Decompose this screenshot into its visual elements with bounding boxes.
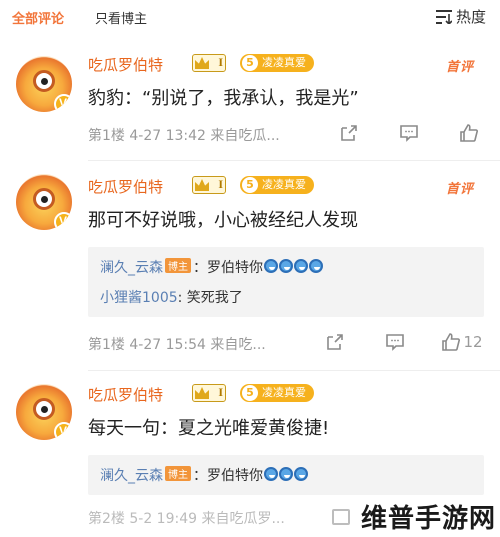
reply-item: 澜久_云森 博主 ：罗伯特你 bbox=[100, 465, 308, 485]
comment-text: 那可不好说哦，小心被经纪人发现 bbox=[88, 210, 358, 231]
reply-text: ：罗伯特你 bbox=[193, 468, 263, 484]
comment-text: 豹豹：“别说了，我承认，我是光” bbox=[88, 88, 359, 109]
reply-author[interactable]: 澜久_云森 bbox=[100, 468, 163, 484]
avatar[interactable] bbox=[16, 384, 72, 440]
divider bbox=[88, 370, 500, 371]
comment-icon bbox=[400, 125, 418, 142]
share-icon bbox=[327, 334, 343, 350]
emoji-icon bbox=[294, 467, 308, 481]
verified-badge-icon bbox=[54, 212, 72, 230]
emoji-icon bbox=[279, 467, 293, 481]
thumbs-up-icon bbox=[442, 333, 461, 351]
tab-op-only[interactable]: 只看博主 bbox=[95, 8, 147, 27]
reply-list[interactable]: 澜久_云森 博主 ：罗伯特你 bbox=[88, 455, 484, 495]
emoji-icon bbox=[264, 259, 278, 273]
reply-item: 小狸酱1005: 笑死我了 bbox=[100, 287, 243, 307]
divider bbox=[88, 160, 500, 161]
fan-tag: 5 凌凌真爱 bbox=[240, 54, 314, 72]
comment-meta: 第1楼 4-27 15:54 来自吃... bbox=[88, 337, 266, 353]
reply-text: : 笑死我了 bbox=[177, 290, 243, 306]
comment-text: 每天一句：夏之光唯爱黄俊捷! bbox=[88, 418, 330, 439]
sort-icon bbox=[435, 9, 452, 24]
emoji-icon bbox=[279, 259, 293, 273]
commenter-name[interactable]: 吃瓜罗伯特 bbox=[88, 176, 163, 197]
thumbs-up-icon bbox=[460, 124, 478, 142]
crown-level-icon: I bbox=[192, 384, 226, 402]
crown-level-icon: I bbox=[192, 54, 226, 72]
comment-icon bbox=[386, 334, 404, 351]
reply-item: 澜久_云森 博主 ：罗伯特你 bbox=[100, 257, 323, 277]
sort-hot-button[interactable]: 热度 bbox=[435, 6, 486, 27]
reply-author[interactable]: 小狸酱1005 bbox=[100, 290, 178, 306]
reply-button[interactable] bbox=[376, 331, 414, 353]
watermark: 维普手游网 bbox=[360, 504, 496, 534]
like-button[interactable]: 12 bbox=[436, 331, 488, 353]
avatar[interactable] bbox=[16, 56, 72, 112]
reply-text: ：罗伯特你 bbox=[193, 260, 263, 276]
emoji-icon bbox=[294, 259, 308, 273]
share-button[interactable] bbox=[316, 331, 354, 353]
comment-meta: 第2楼 5-2 19:49 来自吃瓜罗... bbox=[88, 511, 285, 527]
commenter-name[interactable]: 吃瓜罗伯特 bbox=[88, 54, 163, 75]
comment-meta: 第1楼 4-27 13:42 来自吃瓜... bbox=[88, 128, 280, 144]
verified-badge-icon bbox=[54, 94, 72, 112]
commenter-name[interactable]: 吃瓜罗伯特 bbox=[88, 384, 163, 405]
host-badge: 博主 bbox=[165, 258, 191, 273]
reply-author[interactable]: 澜久_云森 bbox=[100, 260, 163, 276]
fan-tag: 5 凌凌真爱 bbox=[240, 176, 314, 194]
share-icon bbox=[332, 509, 350, 525]
tab-all-comments[interactable]: 全部评论 bbox=[12, 8, 64, 27]
first-comment-badge: 首评 bbox=[445, 60, 474, 75]
comment-filter-bar: 全部评论 只看博主 热度 bbox=[0, 0, 500, 34]
sort-label: 热度 bbox=[455, 8, 486, 26]
like-count: 12 bbox=[463, 333, 483, 351]
share-button[interactable] bbox=[330, 122, 368, 144]
reply-list[interactable]: 澜久_云森 博主 ：罗伯特你 小狸酱1005: 笑死我了 bbox=[88, 247, 484, 317]
fan-tag: 5 凌凌真爱 bbox=[240, 384, 314, 402]
avatar[interactable] bbox=[16, 174, 72, 230]
share-icon bbox=[341, 125, 357, 141]
like-button[interactable] bbox=[450, 122, 488, 144]
crown-level-icon: I bbox=[192, 176, 226, 194]
first-comment-badge: 首评 bbox=[445, 182, 474, 197]
reply-button[interactable] bbox=[390, 122, 428, 144]
emoji-icon bbox=[264, 467, 278, 481]
verified-badge-icon bbox=[54, 422, 72, 440]
host-badge: 博主 bbox=[165, 466, 191, 481]
emoji-icon bbox=[309, 259, 323, 273]
